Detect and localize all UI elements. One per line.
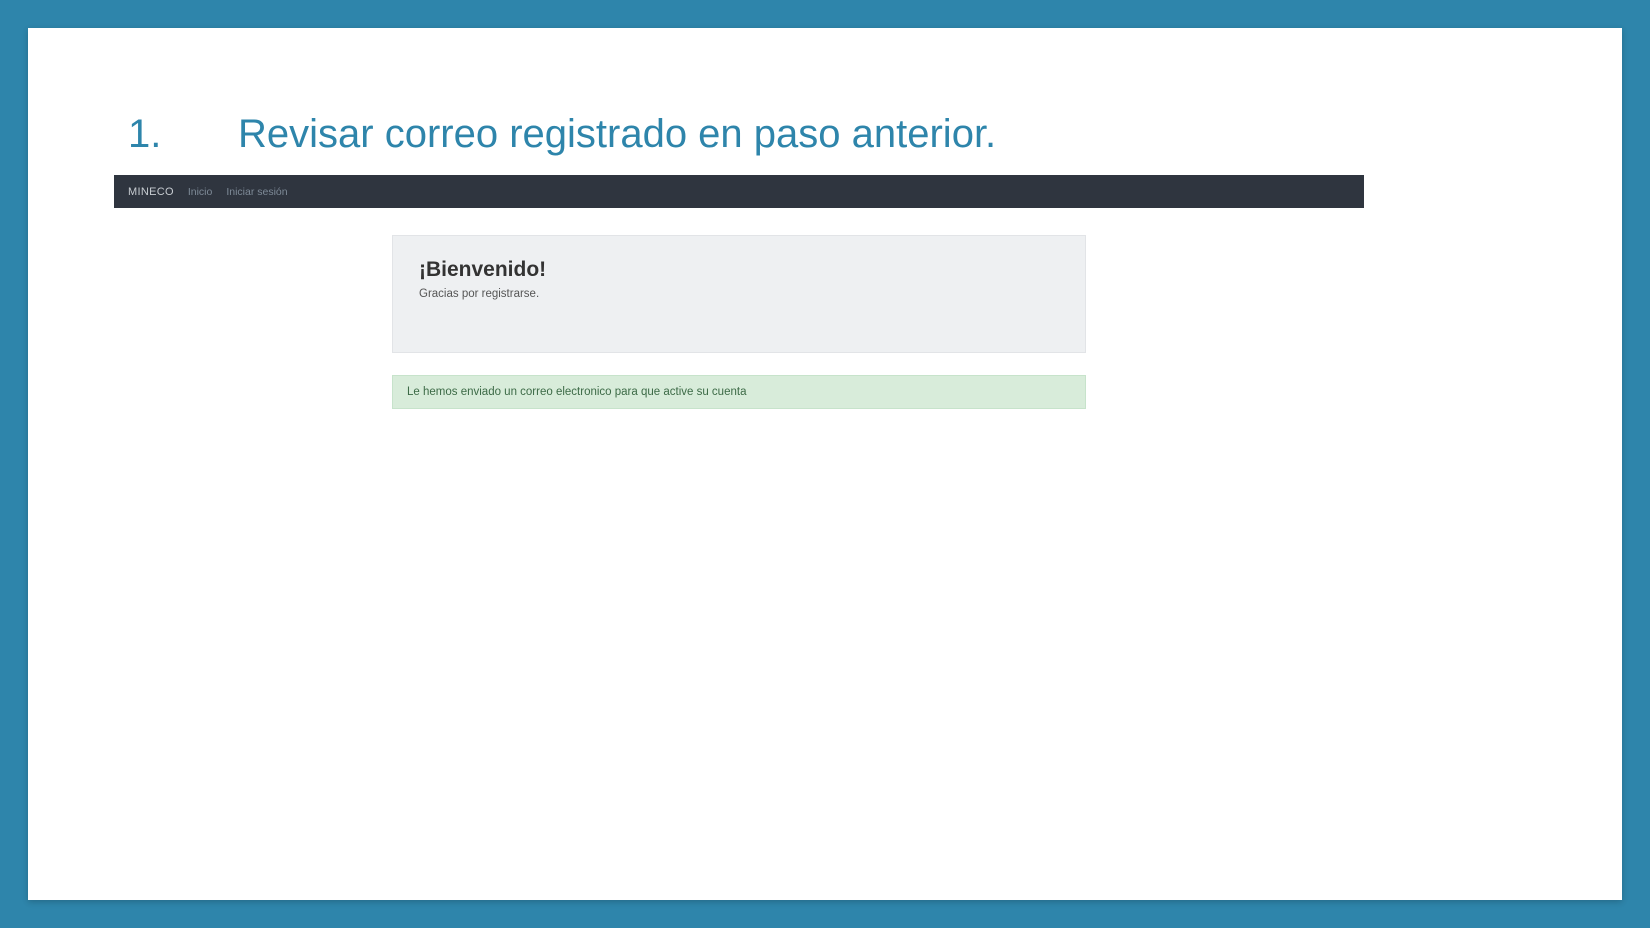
welcome-subtitle: Gracias por registrarse. [419, 288, 1059, 300]
alert-success: Le hemos enviado un correo electronico p… [392, 375, 1086, 409]
welcome-card: ¡Bienvenido! Gracias por registrarse. [392, 235, 1086, 353]
content-column: ¡Bienvenido! Gracias por registrarse. Le… [392, 235, 1086, 409]
alert-message: Le hemos enviado un correo electronico p… [407, 386, 746, 398]
slide-heading: Revisar correo registrado en paso anteri… [238, 112, 996, 156]
slide-frame: 1.Revisar correo registrado en paso ante… [28, 28, 1622, 900]
navbar: MINECO Inicio Iniciar sesión [114, 175, 1364, 208]
nav-link-inicio[interactable]: Inicio [188, 186, 213, 198]
slide-number: 1. [128, 110, 238, 158]
nav-link-iniciar-sesion[interactable]: Iniciar sesión [226, 186, 287, 198]
navbar-brand[interactable]: MINECO [128, 186, 174, 198]
app-screenshot: MINECO Inicio Iniciar sesión ¡Bienvenido… [114, 175, 1364, 445]
slide-title: 1.Revisar correo registrado en paso ante… [128, 110, 1542, 158]
welcome-title: ¡Bienvenido! [419, 258, 1059, 282]
